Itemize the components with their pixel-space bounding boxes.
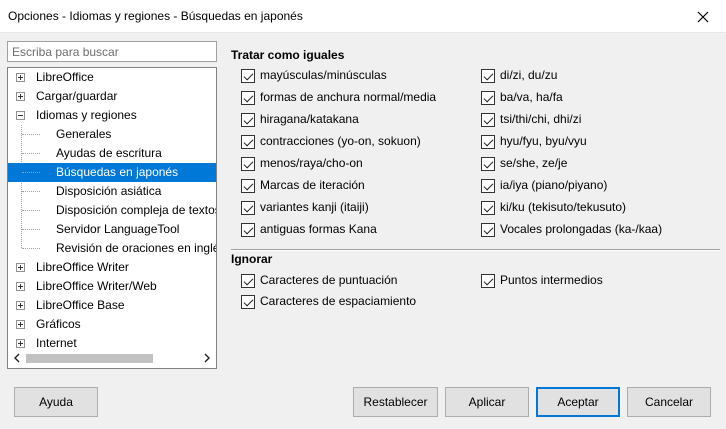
tree-item-label: LibreOffice Writer/Web — [36, 279, 157, 293]
tree-item[interactable]: LibreOffice Writer/Web — [8, 277, 216, 296]
tree-item-label: LibreOffice — [36, 70, 94, 84]
section-divider-highlight — [231, 250, 720, 251]
apply-button[interactable]: Aplicar — [445, 387, 529, 417]
scroll-right-icon[interactable] — [201, 352, 213, 364]
tree-item[interactable]: LibreOffice Writer — [8, 258, 216, 277]
cancel-button[interactable]: Cancelar — [627, 387, 711, 417]
tree-item-label: Cargar/guardar — [36, 89, 118, 103]
scroll-left-icon[interactable] — [11, 352, 23, 364]
checkbox[interactable] — [481, 157, 495, 171]
tree-item[interactable]: LibreOffice Base — [8, 296, 216, 315]
checkbox-label: se/she, ze/je — [500, 156, 568, 170]
checkbox[interactable] — [481, 91, 495, 105]
scrollbar-thumb[interactable] — [26, 354, 153, 363]
reset-button[interactable]: Restablecer — [353, 387, 438, 417]
expand-icon[interactable] — [16, 282, 25, 291]
tree-item[interactable]: Gráficos — [8, 315, 216, 334]
tree-item-label: Revisión de oraciones en inglés — [56, 241, 217, 255]
tree-item[interactable]: Idiomas y regiones — [8, 106, 216, 125]
tree-item[interactable]: Disposición asiática — [8, 182, 216, 201]
checkbox-label: menos/raya/cho-on — [260, 156, 363, 170]
tree-guide-line — [22, 210, 40, 211]
tree-item-label: LibreOffice Writer — [36, 260, 129, 274]
tree-item[interactable]: Ayudas de escritura — [8, 144, 216, 163]
expand-icon[interactable] — [16, 92, 25, 101]
tree-item-label: Servidor LanguageTool — [56, 222, 180, 236]
checkbox-label: tsi/thi/chi, dhi/zi — [500, 112, 582, 126]
checkbox-label: Caracteres de espaciamiento — [260, 294, 417, 308]
tree-item-label: Gráficos — [36, 317, 81, 331]
checkbox[interactable] — [241, 135, 255, 149]
checkbox-label: antiguas formas Kana — [260, 222, 377, 236]
checkbox-label: Puntos intermedios — [500, 273, 603, 287]
checkbox[interactable] — [241, 69, 255, 83]
checkbox[interactable] — [241, 113, 255, 127]
tree-item-label: Disposición asiática — [56, 184, 162, 198]
checkbox-label: contracciones (yo-on, sokuon) — [260, 134, 421, 148]
checkbox[interactable] — [481, 274, 495, 288]
checkbox[interactable] — [481, 201, 495, 215]
checkbox-label: ba/va, ha/fa — [500, 90, 563, 104]
checkbox[interactable] — [481, 223, 495, 237]
close-icon — [697, 11, 709, 22]
checkbox-label: Caracteres de puntuación — [260, 273, 398, 287]
options-tree[interactable]: LibreOffice Cargar/guardar Idiomas y regio… — [7, 67, 217, 369]
ignore-title: Ignorar — [231, 252, 273, 266]
tree-item[interactable]: Generales — [8, 125, 216, 144]
tree-item-label: LibreOffice Base — [36, 298, 125, 312]
expand-icon[interactable] — [16, 73, 25, 82]
tree-item[interactable]: Servidor LanguageTool — [8, 220, 216, 239]
checkbox-label: mayúsculas/minúsculas — [260, 68, 387, 82]
checkbox[interactable] — [481, 113, 495, 127]
tree-item[interactable]: Cargar/guardar — [8, 87, 216, 106]
tree-item-label: Idiomas y regiones — [36, 108, 137, 122]
close-button[interactable] — [680, 0, 726, 33]
checkbox[interactable] — [481, 135, 495, 149]
checkbox[interactable] — [241, 157, 255, 171]
checkbox-label: ki/ku (tekisuto/tekusuto) — [500, 200, 627, 214]
treat-as-equal-title: Tratar como iguales — [231, 48, 345, 62]
help-button[interactable]: Ayuda — [14, 387, 98, 417]
checkbox[interactable] — [481, 69, 495, 83]
tree-guide-line — [22, 172, 40, 173]
checkbox-label: Vocales prolongadas (ka-/kaa) — [500, 222, 663, 236]
checkbox[interactable] — [241, 91, 255, 105]
tree-guide-line — [22, 153, 40, 154]
expand-icon[interactable] — [16, 301, 25, 310]
checkbox-label: hyu/fyu, byu/vyu — [500, 134, 587, 148]
tree-item[interactable]: Disposición compleja de textos — [8, 201, 216, 220]
window-title: Opciones - Idiomas y regiones - Búsqueda… — [8, 9, 303, 23]
checkbox-label: hiragana/katakana — [260, 112, 359, 126]
checkbox-label: variantes kanji (itaiji) — [260, 200, 369, 214]
horizontal-scrollbar[interactable] — [9, 350, 215, 367]
tree-guide-line — [22, 229, 40, 230]
checkbox[interactable] — [481, 179, 495, 193]
tree-guide-line — [22, 134, 40, 135]
tree-item-label: Ayudas de escritura — [56, 146, 162, 160]
search-input[interactable] — [7, 41, 217, 62]
checkbox-label: di/zi, du/zu — [500, 68, 558, 82]
tree-guide-line — [22, 248, 40, 249]
checkbox[interactable] — [241, 201, 255, 215]
tree-guide-line — [22, 191, 40, 192]
tree-item[interactable]: LibreOffice — [8, 68, 216, 87]
checkbox-label: formas de anchura normal/media — [260, 90, 437, 104]
expand-icon[interactable] — [16, 320, 25, 329]
checkbox[interactable] — [241, 223, 255, 237]
checkbox[interactable] — [241, 179, 255, 193]
checkbox[interactable] — [241, 295, 255, 309]
collapse-icon[interactable] — [16, 111, 25, 120]
tree-item-label: Búsquedas en japonés — [56, 165, 179, 179]
tree-item-label: Disposición compleja de textos — [56, 203, 217, 217]
expand-icon[interactable] — [16, 263, 25, 272]
title-bar: Opciones - Idiomas y regiones - Búsqueda… — [0, 0, 726, 33]
tree-item-label: Generales — [56, 127, 112, 141]
tree-item[interactable]: Revisión de oraciones en inglés — [8, 239, 216, 258]
checkbox[interactable] — [241, 274, 255, 288]
checkbox-label: Marcas de iteración — [260, 178, 365, 192]
checkbox-label: ia/iya (piano/piyano) — [500, 178, 608, 192]
expand-icon[interactable] — [16, 339, 25, 348]
ok-button[interactable]: Aceptar — [536, 387, 620, 417]
tree-item[interactable]: Búsquedas en japonés — [8, 163, 216, 182]
